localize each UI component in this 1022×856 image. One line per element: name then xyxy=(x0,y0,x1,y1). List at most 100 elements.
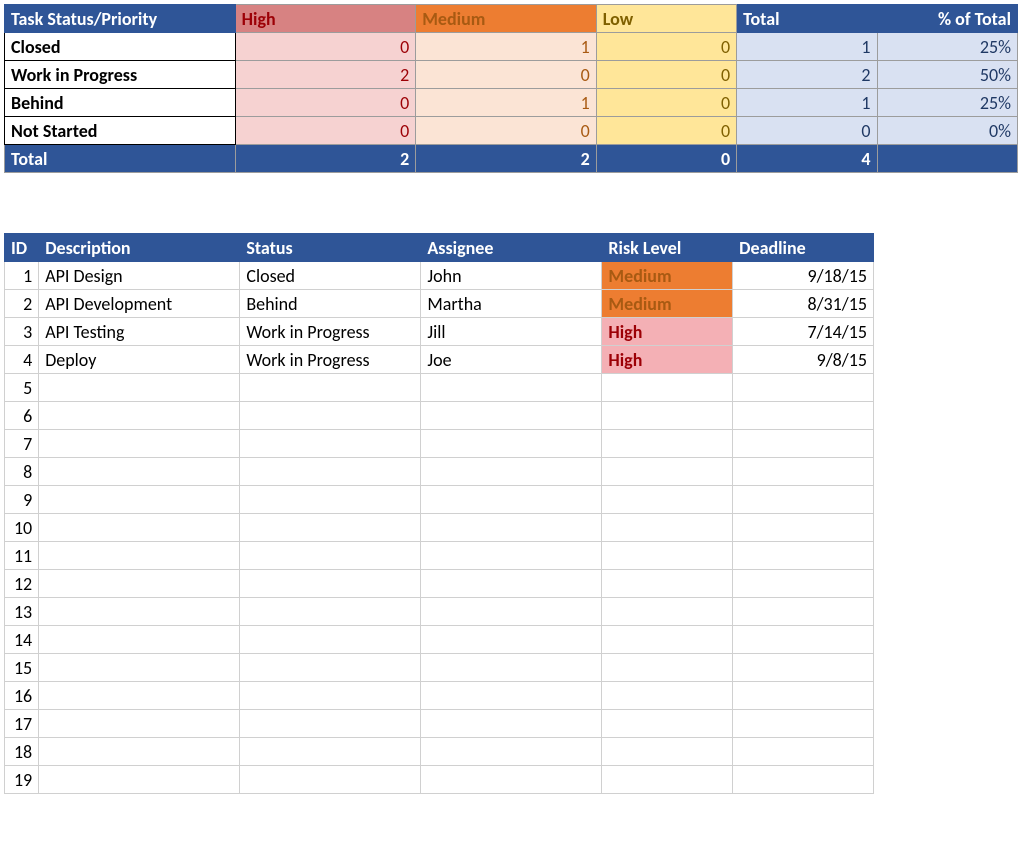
cell-low[interactable]: 0 xyxy=(596,89,736,117)
cell-deadline[interactable] xyxy=(733,626,874,654)
cell-assignee[interactable] xyxy=(421,626,602,654)
cell-status[interactable] xyxy=(240,682,421,710)
cell-status[interactable]: Closed xyxy=(240,262,421,290)
cell-deadline[interactable] xyxy=(733,738,874,766)
cell-description[interactable] xyxy=(39,514,240,542)
cell-status[interactable] xyxy=(240,430,421,458)
row-label[interactable]: Closed xyxy=(5,33,236,61)
cell-status[interactable] xyxy=(240,570,421,598)
cell-id[interactable]: 13 xyxy=(5,598,39,626)
cell-status[interactable] xyxy=(240,654,421,682)
cell-id[interactable]: 15 xyxy=(5,654,39,682)
cell-deadline[interactable]: 9/18/15 xyxy=(733,262,874,290)
cell-assignee[interactable] xyxy=(421,402,602,430)
cell-id[interactable]: 3 xyxy=(5,318,39,346)
cell-deadline[interactable] xyxy=(733,542,874,570)
cell-assignee[interactable] xyxy=(421,598,602,626)
cell-status[interactable] xyxy=(240,598,421,626)
cell-risk[interactable] xyxy=(602,654,733,682)
cell-pct[interactable]: 25% xyxy=(877,33,1017,61)
cell-risk[interactable] xyxy=(602,682,733,710)
cell-deadline[interactable] xyxy=(733,570,874,598)
cell-total[interactable]: 1 xyxy=(737,33,877,61)
cell-deadline[interactable] xyxy=(733,430,874,458)
row-label[interactable]: Work in Progress xyxy=(5,61,236,89)
col-id[interactable]: ID xyxy=(5,234,39,262)
cell-deadline[interactable] xyxy=(733,486,874,514)
col-high[interactable]: High xyxy=(235,5,416,33)
total-low[interactable]: 0 xyxy=(596,145,736,173)
cell-description[interactable]: API Design xyxy=(39,262,240,290)
cell-assignee[interactable] xyxy=(421,682,602,710)
cell-id[interactable]: 16 xyxy=(5,682,39,710)
cell-id[interactable]: 19 xyxy=(5,766,39,794)
cell-description[interactable] xyxy=(39,486,240,514)
cell-id[interactable]: 2 xyxy=(5,290,39,318)
cell-assignee[interactable] xyxy=(421,374,602,402)
cell-deadline[interactable] xyxy=(733,514,874,542)
total-label[interactable]: Total xyxy=(5,145,236,173)
cell-deadline[interactable]: 8/31/15 xyxy=(733,290,874,318)
cell-deadline[interactable] xyxy=(733,402,874,430)
cell-description[interactable] xyxy=(39,570,240,598)
cell-description[interactable] xyxy=(39,766,240,794)
cell-id[interactable]: 7 xyxy=(5,430,39,458)
col-low[interactable]: Low xyxy=(596,5,736,33)
cell-assignee[interactable] xyxy=(421,430,602,458)
cell-id[interactable]: 17 xyxy=(5,710,39,738)
cell-risk[interactable] xyxy=(602,710,733,738)
total-high[interactable]: 2 xyxy=(235,145,416,173)
cell-risk[interactable] xyxy=(602,738,733,766)
total-medium[interactable]: 2 xyxy=(416,145,597,173)
cell-pct[interactable]: 25% xyxy=(877,89,1017,117)
cell-risk[interactable] xyxy=(602,374,733,402)
cell-deadline[interactable] xyxy=(733,458,874,486)
cell-status[interactable] xyxy=(240,626,421,654)
cell-assignee[interactable] xyxy=(421,542,602,570)
cell-id[interactable]: 8 xyxy=(5,458,39,486)
cell-status[interactable] xyxy=(240,514,421,542)
cell-assignee[interactable]: Jill xyxy=(421,318,602,346)
cell-pct[interactable]: 50% xyxy=(877,61,1017,89)
cell-status[interactable] xyxy=(240,738,421,766)
cell-description[interactable]: Deploy xyxy=(39,346,240,374)
cell-status[interactable] xyxy=(240,542,421,570)
cell-id[interactable]: 10 xyxy=(5,514,39,542)
cell-risk[interactable] xyxy=(602,458,733,486)
cell-total[interactable]: 1 xyxy=(737,89,877,117)
row-label[interactable]: Not Started xyxy=(5,117,236,145)
cell-total[interactable]: 0 xyxy=(737,117,877,145)
cell-high[interactable]: 0 xyxy=(235,33,416,61)
cell-status[interactable] xyxy=(240,374,421,402)
cell-risk[interactable] xyxy=(602,514,733,542)
cell-description[interactable] xyxy=(39,738,240,766)
total-pct[interactable] xyxy=(877,145,1017,173)
cell-risk[interactable] xyxy=(602,570,733,598)
cell-id[interactable]: 4 xyxy=(5,346,39,374)
cell-description[interactable] xyxy=(39,542,240,570)
cell-status[interactable] xyxy=(240,458,421,486)
cell-status[interactable]: Work in Progress xyxy=(240,318,421,346)
cell-high[interactable]: 0 xyxy=(235,117,416,145)
cell-risk[interactable] xyxy=(602,486,733,514)
cell-assignee[interactable] xyxy=(421,570,602,598)
col-risk[interactable]: Risk Level xyxy=(602,234,733,262)
cell-status[interactable] xyxy=(240,710,421,738)
row-label[interactable]: Behind xyxy=(5,89,236,117)
cell-status[interactable] xyxy=(240,402,421,430)
cell-medium[interactable]: 1 xyxy=(416,89,597,117)
cell-risk[interactable] xyxy=(602,626,733,654)
cell-description[interactable] xyxy=(39,710,240,738)
col-total[interactable]: Total xyxy=(737,5,877,33)
cell-assignee[interactable] xyxy=(421,486,602,514)
cell-low[interactable]: 0 xyxy=(596,33,736,61)
cell-deadline[interactable]: 7/14/15 xyxy=(733,318,874,346)
cell-deadline[interactable] xyxy=(733,682,874,710)
cell-risk[interactable]: Medium xyxy=(602,262,733,290)
col-pct[interactable]: % of Total xyxy=(877,5,1017,33)
cell-status[interactable] xyxy=(240,766,421,794)
cell-low[interactable]: 0 xyxy=(596,117,736,145)
cell-id[interactable]: 12 xyxy=(5,570,39,598)
cell-status[interactable] xyxy=(240,486,421,514)
cell-deadline[interactable] xyxy=(733,598,874,626)
